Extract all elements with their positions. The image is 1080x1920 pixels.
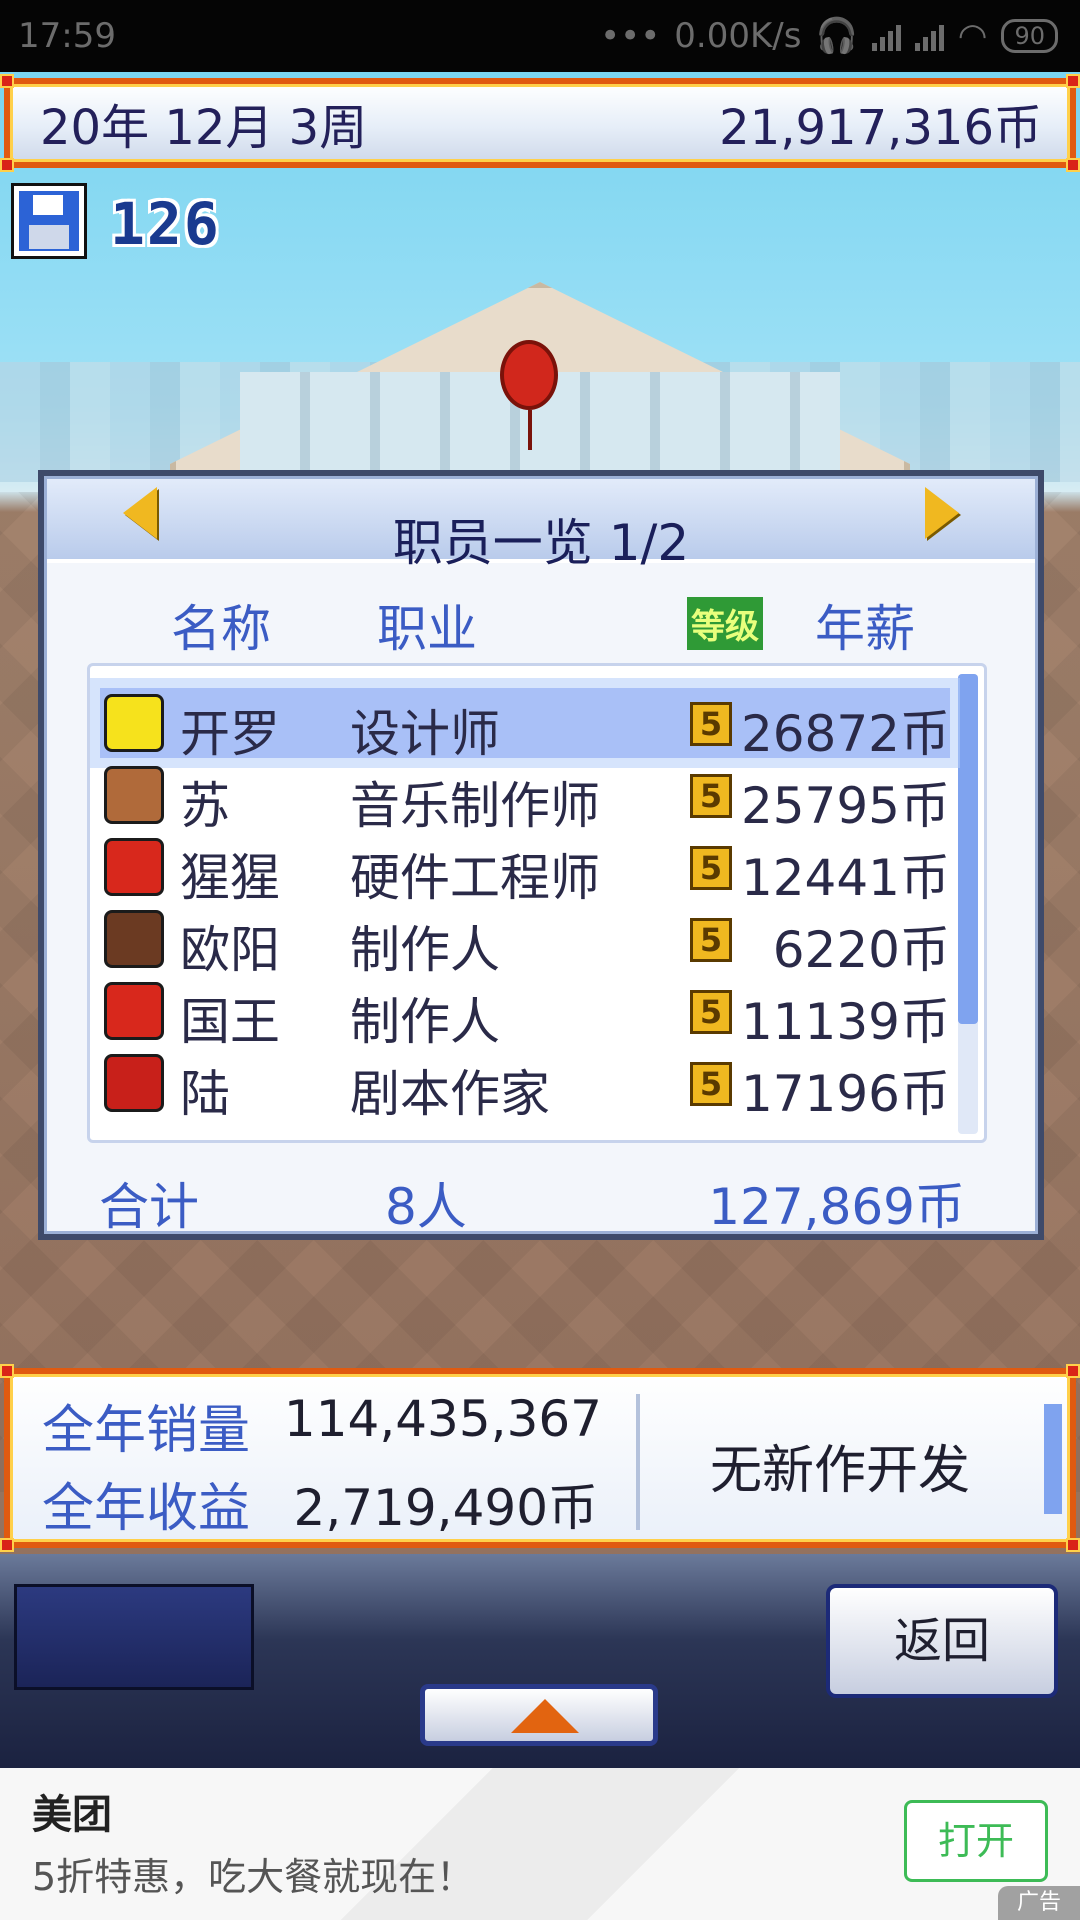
info-scrollbar[interactable] (1044, 1404, 1062, 1514)
staff-name: 国王 (180, 993, 280, 1051)
signal-icon (871, 21, 901, 51)
staff-job: 制作人 (350, 921, 500, 979)
ad-tag: 广告 (998, 1886, 1080, 1920)
wifi-icon: ◠ (957, 16, 988, 56)
save-count: 126 (110, 190, 221, 258)
list-scroll-thumb[interactable] (958, 674, 978, 1024)
staff-row[interactable]: 苏 音乐制作师 5 25795币 (100, 760, 950, 835)
bottom-controls: 返回 (0, 1554, 1080, 1768)
staff-level-badge: 5 (690, 774, 732, 818)
ad-banner[interactable]: 美团 5折特惠，吃大餐就现在！ 打开 广告 (0, 1768, 1080, 1920)
staff-name: 开罗 (180, 705, 280, 763)
panel-title: 职员一览 1/2 (392, 514, 690, 572)
battery-icon: 90 (1001, 19, 1058, 53)
staff-name: 陆 (180, 1065, 230, 1123)
staff-salary: 17196币 (740, 1065, 950, 1123)
yearly-info-bar: 全年销量 114,435,367 全年收益 2,719,490币 无新作开发 (0, 1364, 1080, 1552)
total-count: 8人 (385, 1178, 467, 1236)
staff-row[interactable]: 开罗 设计师 5 26872币 (100, 688, 950, 763)
ad-description: 5折特惠，吃大餐就现在！ (32, 1855, 475, 1899)
staff-salary: 6220币 (772, 921, 950, 979)
staff-row[interactable]: 欧阳 制作人 5 6220币 (100, 904, 950, 979)
staff-row[interactable]: 陆 剧本作家 5 17196币 (100, 1048, 950, 1123)
corner-ornament (0, 1538, 14, 1552)
staff-name: 苏 (180, 777, 230, 835)
corner-ornament (0, 74, 14, 88)
staff-name: 欧阳 (180, 921, 280, 979)
staff-salary: 26872币 (740, 705, 950, 763)
signal-icon-2 (914, 21, 944, 51)
staff-job: 设计师 (350, 705, 500, 763)
staff-job: 硬件工程师 (350, 849, 600, 907)
total-salary: 127,869币 (708, 1178, 965, 1236)
staff-list[interactable]: 开罗 设计师 5 26872币 苏 音乐制作师 5 25795币 猩猩 硬件工程… (87, 663, 987, 1143)
game-date: 20年 12月 3周 (40, 100, 368, 156)
next-page-arrow-icon[interactable] (925, 487, 959, 539)
header-name: 名称 (171, 600, 271, 658)
money-balance: 21,917,316币 (719, 100, 1042, 156)
corner-ornament (1066, 1364, 1080, 1378)
corner-ornament (1066, 74, 1080, 88)
menu-slot[interactable] (14, 1584, 254, 1690)
corner-ornament (1066, 158, 1080, 172)
header-salary: 年薪 (815, 600, 915, 658)
ad-title: 美团 (32, 1792, 112, 1838)
staff-salary: 12441币 (740, 849, 950, 907)
staff-salary: 25795币 (740, 777, 950, 835)
staff-level-badge: 5 (690, 846, 732, 890)
yearly-income-label: 全年收益 (42, 1479, 251, 1539)
staff-job: 音乐制作师 (350, 777, 600, 835)
headset-icon: 🎧 (815, 16, 858, 56)
staff-avatar (104, 694, 164, 752)
staff-job: 制作人 (350, 993, 500, 1051)
staff-avatar (104, 910, 164, 968)
save-disk-icon[interactable] (11, 183, 87, 259)
corner-ornament (0, 1364, 14, 1378)
divider (636, 1394, 640, 1530)
development-status: 无新作开发 (709, 1441, 970, 1501)
yearly-sales-label: 全年销量 (42, 1401, 251, 1461)
status-icons: ••• 0.00K/s 🎧 ◠ 90 (600, 16, 1058, 56)
expand-up-button[interactable] (420, 1684, 658, 1746)
network-speed: 0.00K/s (674, 16, 802, 56)
staff-salary: 11139币 (740, 993, 950, 1051)
yearly-income-value: 2,719,490币 (293, 1479, 598, 1537)
staff-level-badge: 5 (690, 918, 732, 962)
corner-ornament (0, 158, 14, 172)
staff-avatar (104, 766, 164, 824)
panel-header: 职员一览 1/2 (47, 479, 1035, 572)
header-job: 职业 (377, 600, 477, 658)
staff-list-panel: 职员一览 1/2 名称 职业 等级 年薪 开罗 设计师 5 26872币 苏 音… (38, 470, 1044, 1240)
back-button[interactable]: 返回 (826, 1584, 1058, 1698)
staff-avatar (104, 838, 164, 896)
yearly-sales-value: 114,435,367 (283, 1390, 602, 1448)
ad-open-button[interactable]: 打开 (904, 1800, 1048, 1882)
up-arrow-icon (511, 1699, 579, 1733)
clock: 17:59 (18, 16, 116, 56)
more-dots-icon: ••• (600, 16, 661, 56)
staff-name: 猩猩 (180, 849, 280, 907)
top-info-bar: 20年 12月 3周 21,917,316币 (0, 74, 1080, 172)
staff-level-badge: 5 (690, 1062, 732, 1106)
list-scrollbar[interactable] (958, 674, 978, 1134)
corner-ornament (1066, 1538, 1080, 1552)
staff-level-badge: 5 (690, 990, 732, 1034)
status-bar: 17:59 ••• 0.00K/s 🎧 ◠ 90 (0, 0, 1080, 72)
staff-job: 剧本作家 (350, 1065, 550, 1123)
total-label: 合计 (99, 1178, 199, 1236)
header-level-badge: 等级 (687, 597, 763, 650)
staff-avatar (104, 1054, 164, 1112)
red-lantern-icon (500, 340, 558, 450)
staff-avatar (104, 982, 164, 1040)
column-headers: 名称 职业 等级 年薪 (47, 589, 1035, 658)
staff-level-badge: 5 (690, 702, 732, 746)
staff-list-inner: 职员一览 1/2 名称 职业 等级 年薪 开罗 设计师 5 26872币 苏 音… (44, 476, 1038, 1236)
staff-row[interactable]: 猩猩 硬件工程师 5 12441币 (100, 832, 950, 907)
staff-row[interactable]: 国王 制作人 5 11139币 (100, 976, 950, 1051)
